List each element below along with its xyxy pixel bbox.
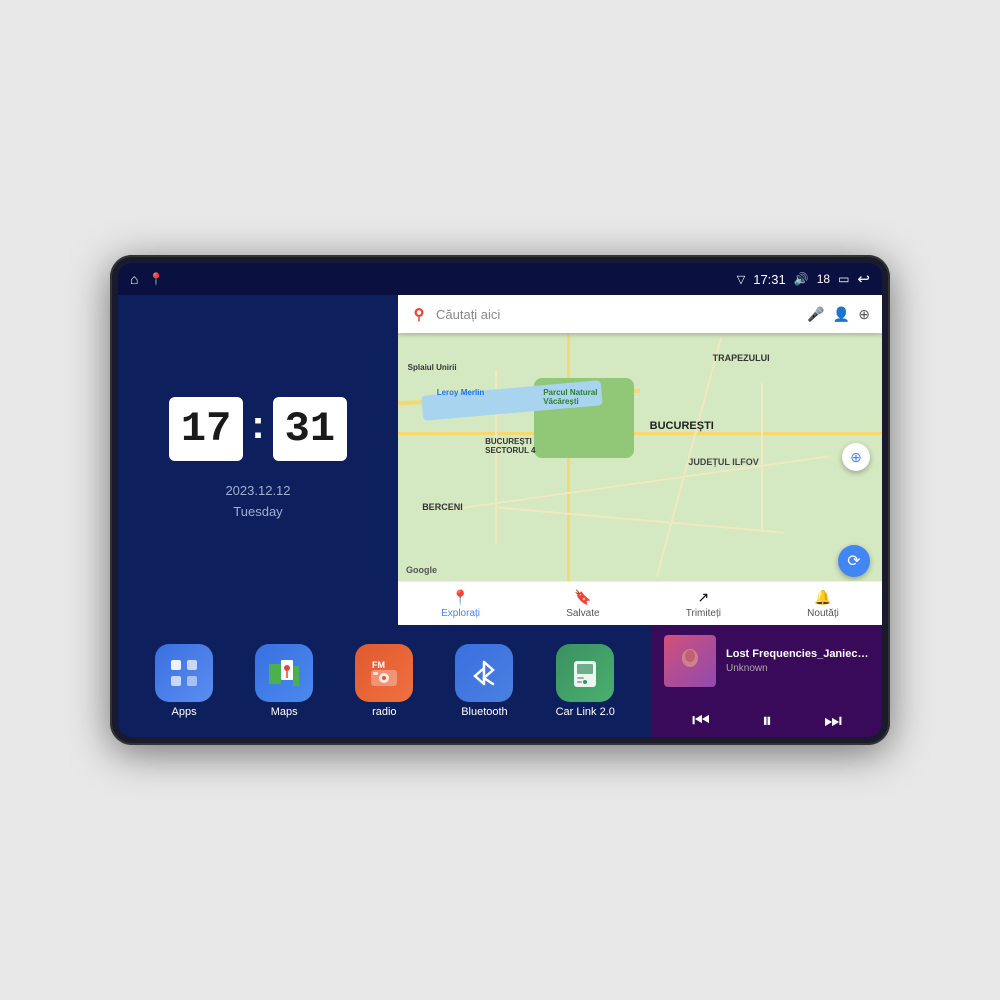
radio-svg-icon: FM bbox=[367, 656, 401, 690]
play-pause-button[interactable]: ⏸ bbox=[749, 703, 785, 737]
album-face bbox=[664, 635, 716, 687]
battery-icon: ▭ bbox=[838, 272, 849, 286]
map-road-horizontal bbox=[398, 432, 882, 435]
clock-date: 2023.12.12 Tuesday bbox=[225, 481, 290, 523]
maps-label: Maps bbox=[271, 706, 298, 718]
app-item-carlink[interactable]: Car Link 2.0 bbox=[556, 644, 615, 718]
device-screen: ⌂ 📍 ▽ 17:31 🔊 18 ▭ ↩ 17 : 31 bbox=[118, 263, 882, 737]
music-artist: Unknown bbox=[726, 663, 870, 674]
map-road-v3 bbox=[761, 383, 763, 532]
clock-panel: 17 : 31 2023.12.12 Tuesday bbox=[118, 295, 398, 625]
status-bar: ⌂ 📍 ▽ 17:31 🔊 18 ▭ ↩ bbox=[118, 263, 882, 295]
bottom-section: Apps Maps bbox=[118, 625, 882, 737]
map-label-splaiul: Splaiul Unirii bbox=[408, 363, 457, 372]
app-item-radio[interactable]: FM radio bbox=[355, 644, 413, 718]
compass-button[interactable]: ⊕ bbox=[842, 443, 870, 471]
map-label-berceni: BERCENI bbox=[422, 502, 463, 512]
clock-colon: : bbox=[251, 403, 264, 448]
map-area[interactable]: BUCUREȘTI JUDEȚUL ILFOV TRAPEZULUI BERCE… bbox=[398, 333, 882, 581]
explore-icon: 📍 bbox=[452, 589, 469, 606]
battery-level: 18 bbox=[817, 272, 830, 286]
map-label-trapezului: TRAPEZULUI bbox=[713, 353, 770, 363]
back-icon[interactable]: ↩ bbox=[857, 270, 870, 288]
music-panel: Lost Frequencies_Janieck Devy-... Unknow… bbox=[652, 625, 882, 737]
directions-button[interactable]: ⟳ bbox=[838, 545, 870, 577]
map-label-leroy: Leroy Merlin bbox=[437, 388, 485, 397]
album-art bbox=[664, 635, 716, 687]
clock-hour: 17 bbox=[169, 397, 243, 461]
prev-button[interactable]: ⏮ bbox=[683, 703, 719, 737]
music-title: Lost Frequencies_Janieck Devy-... bbox=[726, 648, 870, 660]
music-text: Lost Frequencies_Janieck Devy-... Unknow… bbox=[726, 648, 870, 674]
map-label-parc: Parcul NaturalVăcărești bbox=[543, 388, 597, 406]
google-maps-logo bbox=[410, 305, 428, 323]
map-tab-share[interactable]: ↗ Trimiteți bbox=[686, 589, 721, 619]
home-icon[interactable]: ⌂ bbox=[130, 271, 138, 287]
app-item-apps[interactable]: Apps bbox=[155, 644, 213, 718]
status-time: 17:31 bbox=[753, 272, 786, 287]
carlink-label: Car Link 2.0 bbox=[556, 706, 615, 718]
maps-svg-icon bbox=[267, 656, 301, 690]
app-item-bluetooth[interactable]: Bluetooth bbox=[455, 644, 513, 718]
map-bottom-bar: 📍 Explorați 🔖 Salvate ↗ Trimiteți 🔔 bbox=[398, 581, 882, 625]
album-face-svg bbox=[675, 646, 705, 676]
carlink-icon bbox=[556, 644, 614, 702]
next-button[interactable]: ⏭ bbox=[815, 703, 851, 737]
map-tab-explore[interactable]: 📍 Explorați bbox=[441, 589, 480, 619]
music-info: Lost Frequencies_Janieck Devy-... Unknow… bbox=[652, 625, 882, 697]
radio-label: radio bbox=[372, 706, 396, 718]
news-label: Noutăți bbox=[807, 608, 839, 619]
map-tab-saved[interactable]: 🔖 Salvate bbox=[566, 589, 599, 619]
apps-label: Apps bbox=[172, 706, 197, 718]
map-label-bucuresti: BUCUREȘTI bbox=[650, 420, 714, 432]
maps-icon bbox=[255, 644, 313, 702]
music-controls: ⏮ ⏸ ⏭ bbox=[652, 697, 882, 737]
status-left-icons: ⌂ 📍 bbox=[130, 271, 163, 287]
map-search-actions: 🎤 👤 ⊕ bbox=[807, 306, 870, 323]
clock-display: 17 : 31 bbox=[169, 397, 347, 461]
map-panel: Căutați aici 🎤 👤 ⊕ bbox=[398, 295, 882, 625]
map-search-text[interactable]: Căutați aici bbox=[436, 307, 799, 322]
layers-icon[interactable]: ⊕ bbox=[858, 306, 870, 323]
bluetooth-icon bbox=[455, 644, 513, 702]
account-icon[interactable]: 👤 bbox=[833, 306, 850, 323]
map-label-judet: JUDEȚUL ILFOV bbox=[688, 457, 758, 467]
apps-icon bbox=[155, 644, 213, 702]
explore-label: Explorați bbox=[441, 608, 480, 619]
apps-grid-icon bbox=[168, 657, 200, 689]
share-label: Trimiteți bbox=[686, 608, 721, 619]
news-icon: 🔔 bbox=[814, 589, 831, 606]
bluetooth-label: Bluetooth bbox=[461, 706, 507, 718]
mic-icon[interactable]: 🎤 bbox=[807, 306, 824, 323]
saved-icon: 🔖 bbox=[574, 589, 591, 606]
signal-icon: ▽ bbox=[737, 273, 745, 286]
apps-panel: Apps Maps bbox=[118, 625, 652, 737]
saved-label: Salvate bbox=[566, 608, 599, 619]
clock-minute: 31 bbox=[273, 397, 347, 461]
map-search-bar[interactable]: Căutați aici 🎤 👤 ⊕ bbox=[398, 295, 882, 333]
status-right-info: ▽ 17:31 🔊 18 ▭ ↩ bbox=[737, 270, 870, 288]
bluetooth-svg-icon bbox=[467, 656, 501, 690]
svg-text:FM: FM bbox=[372, 660, 385, 670]
volume-icon: 🔊 bbox=[794, 272, 809, 286]
car-device: ⌂ 📍 ▽ 17:31 🔊 18 ▭ ↩ 17 : 31 bbox=[110, 255, 890, 745]
share-icon: ↗ bbox=[697, 589, 709, 606]
radio-icon: FM bbox=[355, 644, 413, 702]
carlink-svg-icon bbox=[568, 656, 602, 690]
map-label-sector4: BUCUREȘTISECTORUL 4 bbox=[485, 437, 535, 455]
map-tab-news[interactable]: 🔔 Noutăți bbox=[807, 589, 839, 619]
google-logo-text: Google bbox=[406, 565, 437, 575]
top-section: 17 : 31 2023.12.12 Tuesday bbox=[118, 295, 882, 625]
main-content: 17 : 31 2023.12.12 Tuesday bbox=[118, 295, 882, 737]
app-item-maps[interactable]: Maps bbox=[255, 644, 313, 718]
maps-pin-icon[interactable]: 📍 bbox=[148, 272, 163, 286]
